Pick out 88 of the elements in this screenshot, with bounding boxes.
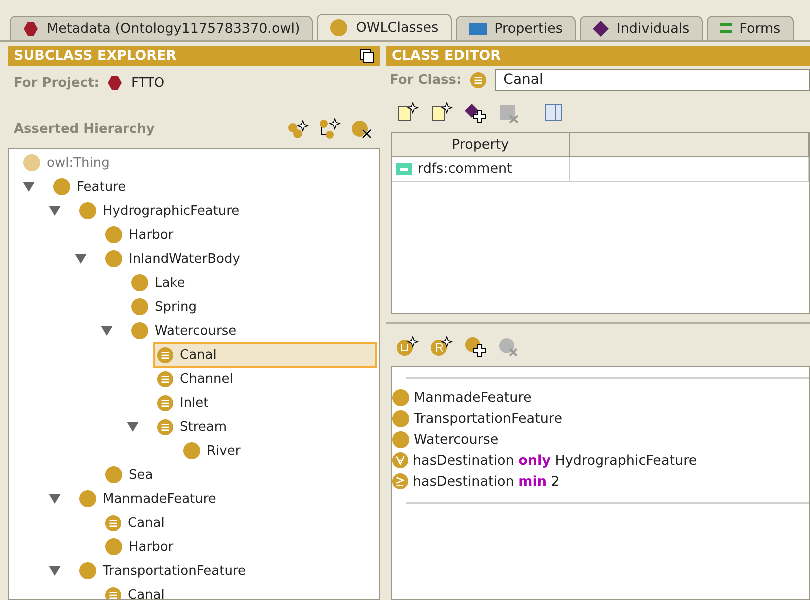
intersection-button[interactable] — [396, 336, 420, 358]
class-icon — [183, 442, 201, 460]
diamond-icon — [592, 20, 609, 36]
class-icon — [79, 562, 97, 580]
tab[interactable]: Forms — [706, 16, 794, 40]
expanded-triangle-icon[interactable] — [49, 206, 61, 216]
project-name: FTTO — [131, 76, 165, 90]
expanded-triangle-icon[interactable] — [49, 494, 61, 504]
class-icon — [79, 202, 97, 220]
tree-item[interactable]: Sea — [101, 462, 158, 488]
class-icon — [105, 226, 123, 244]
new-annotation-button[interactable] — [396, 102, 420, 124]
tree-item[interactable]: Channel — [153, 366, 238, 392]
condition-text: hasDestination min 2 — [413, 474, 560, 490]
add-class-button[interactable] — [464, 336, 488, 358]
rectangle-icon — [468, 22, 487, 34]
defined-class-icon — [157, 418, 174, 436]
class-icon — [53, 178, 71, 196]
class-icon — [23, 154, 41, 172]
defined-class-icon — [470, 72, 487, 88]
add-value-button[interactable] — [464, 102, 488, 124]
tab[interactable]: Metadata (Ontology1175783370.owl) — [10, 16, 314, 40]
expanded-triangle-icon[interactable] — [127, 422, 139, 432]
circle-icon — [330, 18, 348, 36]
tree-item[interactable]: Canal — [101, 582, 169, 599]
tree-item[interactable]: owl:Thing — [19, 150, 114, 176]
condition-text: hasDestination only HydrographicFeature — [413, 452, 698, 468]
expanded-triangle-icon[interactable] — [23, 182, 35, 192]
tree-item[interactable]: HydrographicFeature — [75, 198, 244, 224]
condition-row[interactable]: Watercourse — [392, 429, 809, 450]
tree-item[interactable]: Harbor — [101, 534, 178, 560]
restriction-button[interactable] — [430, 336, 454, 358]
class-icon — [105, 466, 123, 484]
expanded-triangle-icon[interactable] — [49, 566, 61, 576]
condition-row[interactable]: ManmadeFeature — [392, 387, 809, 408]
tree-item[interactable]: Canal — [153, 342, 377, 368]
add-sibling-button[interactable] — [318, 118, 342, 140]
panel-title: SUBCLASS EXPLORER — [14, 48, 177, 64]
tree-item[interactable]: Lake — [127, 270, 190, 296]
table-cell: rdfs:comment — [392, 157, 570, 182]
condition-text: ManmadeFeature — [414, 390, 532, 406]
tree-item[interactable]: Stream — [153, 414, 232, 440]
for-class-label: For Class: — [390, 72, 462, 88]
tree-item[interactable]: Harbor — [101, 222, 178, 248]
expanded-triangle-icon[interactable] — [75, 254, 87, 264]
condition-text: TransportationFeature — [414, 410, 562, 426]
class-icon — [392, 430, 410, 448]
tree-item[interactable]: Spring — [127, 294, 201, 320]
class-icon — [105, 538, 123, 556]
tab[interactable]: Individuals — [580, 16, 703, 40]
class-name-field[interactable]: Canal — [494, 69, 810, 91]
new-annotation-button[interactable] — [430, 102, 454, 124]
tree-item[interactable]: InlandWaterBody — [101, 246, 244, 272]
class-icon — [131, 322, 149, 340]
condition-text: Watercourse — [414, 432, 499, 448]
class-icon — [131, 274, 149, 292]
expanded-triangle-icon[interactable] — [101, 326, 113, 336]
project-label: For Project: — [14, 76, 100, 90]
tree-item[interactable]: ManmadeFeature — [75, 486, 220, 512]
class-icon — [131, 298, 149, 316]
tree-item[interactable]: River — [179, 438, 245, 464]
defined-class-icon — [157, 346, 174, 364]
tree-item[interactable]: Inlet — [153, 390, 213, 416]
hexagon-icon — [107, 75, 124, 91]
class-icon — [392, 388, 410, 406]
hierarchy-label: Asserted Hierarchy — [14, 122, 155, 136]
tree-item[interactable]: TransportationFeature — [75, 558, 250, 584]
delete-class-button[interactable] — [350, 118, 374, 140]
class-icon — [79, 490, 97, 508]
add-subclass-button[interactable] — [286, 118, 310, 140]
tree-item[interactable]: Watercourse — [127, 318, 241, 344]
defined-class-icon — [157, 394, 174, 412]
defined-class-icon — [157, 370, 174, 388]
condition-row[interactable]: TransportationFeature — [392, 408, 809, 429]
class-icon — [392, 410, 410, 428]
tab[interactable]: Properties — [456, 16, 576, 40]
form-icon — [720, 22, 732, 34]
tree-item[interactable]: Canal — [101, 510, 169, 536]
hexagon-icon — [23, 20, 39, 36]
panel-title: CLASS EDITOR — [392, 48, 502, 64]
maximize-icon[interactable] — [360, 49, 374, 63]
tab[interactable]: OWLClasses — [317, 14, 452, 40]
class-icon — [105, 250, 123, 268]
annotation-property-icon — [396, 163, 412, 175]
defined-class-icon — [105, 514, 122, 532]
condition-row[interactable]: hasDestination only HydrographicFeature — [392, 450, 809, 471]
tree-item[interactable]: Feature — [49, 174, 130, 200]
condition-row[interactable]: hasDestination min 2 — [392, 471, 809, 492]
